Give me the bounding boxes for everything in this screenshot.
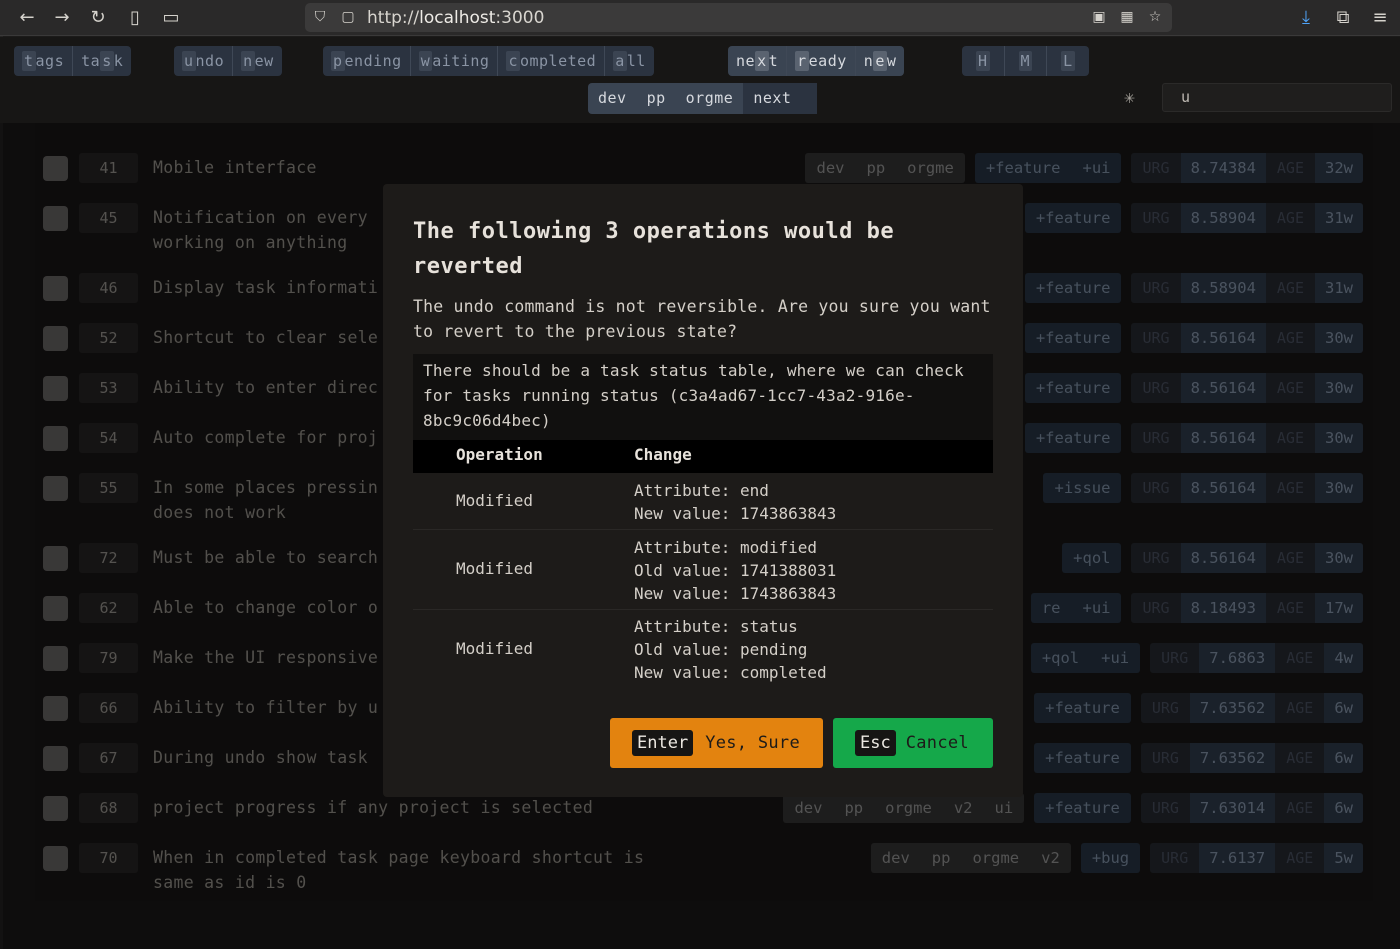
search-input[interactable]: u	[1162, 83, 1392, 112]
toolbar-button-pending[interactable]: p ending	[323, 46, 410, 76]
shortcut-key: t	[22, 51, 36, 71]
shortcut-key: c	[506, 51, 520, 71]
label-suffix: k	[113, 52, 124, 70]
confirm-label: Yes, Sure	[705, 733, 801, 753]
page-info-icon[interactable]: ▢	[339, 8, 357, 26]
label-suffix: ll	[626, 52, 646, 70]
operation-change: Attribute: end New value: 1743863843	[634, 481, 837, 523]
download-icon[interactable]: ⤓	[1294, 6, 1318, 30]
operation-change: Attribute: modified Old value: 174138803…	[634, 538, 837, 603]
shortcut-key: u	[182, 51, 196, 71]
shield-icon[interactable]: ⛉	[311, 8, 329, 26]
label-suffix: w	[886, 52, 897, 70]
label-suffix: t	[768, 52, 779, 70]
toolbar-group-4: ne x t r eady n e w	[728, 46, 905, 76]
shortcut-key: x	[755, 51, 769, 71]
toolbar-button-new[interactable]: new	[854, 46, 905, 76]
confirm-button[interactable]: Enter Yes, Sure	[610, 718, 823, 768]
cancel-button[interactable]: Esc Cancel	[833, 718, 993, 768]
esc-key-hint: Esc	[855, 730, 896, 756]
tab-manager-icon[interactable]: ▭	[159, 6, 183, 30]
toolbar-button-all[interactable]: a ll	[604, 46, 654, 76]
label-suffix: ompleted	[519, 52, 597, 70]
toolbar-button-new[interactable]: new	[232, 46, 282, 76]
label-prefix: ne	[736, 52, 756, 70]
shortcut-key: n	[241, 51, 255, 71]
project-breadcrumb: dev pp orgme next	[588, 83, 818, 114]
shortcut-key: w	[418, 51, 433, 71]
address-bar[interactable]: ⛉ ▢ http://localhost:3000 ▣ ▦ ☆	[305, 3, 1172, 32]
url-port: :3000	[495, 8, 545, 28]
project-pp[interactable]: pp	[637, 83, 676, 114]
shortcut-key: p	[331, 51, 345, 71]
toolbar-group-5: HML	[962, 46, 1089, 76]
task-description: There should be a task status table, whe…	[413, 354, 993, 440]
star-icon[interactable]: ✳	[1124, 87, 1135, 108]
label-prefix: ta	[81, 52, 101, 70]
table-row: Modified Attribute: end New value: 17438…	[413, 473, 993, 530]
toolbar-button-next[interactable]: ne x t	[728, 46, 786, 76]
label-suffix: ending	[344, 52, 402, 70]
extensions-icon[interactable]: ⧉	[1331, 6, 1355, 30]
project-dev[interactable]: dev	[588, 83, 637, 114]
shortcut-key: r	[795, 51, 809, 71]
undo-confirm-dialog: The following 3 operations would be reve…	[383, 184, 1023, 797]
extensions-grid-icon[interactable]: ▦	[1118, 8, 1136, 26]
column-change: Change	[634, 445, 692, 464]
reload-icon[interactable]: ↻	[86, 6, 110, 30]
project-orgme[interactable]: orgme	[676, 83, 744, 114]
shortcut-key: L	[1061, 51, 1075, 71]
dialog-title: The following 3 operations would be reve…	[413, 219, 895, 279]
toolbar-button-m[interactable]: M	[1003, 46, 1047, 76]
shortcut-key: a	[613, 51, 627, 71]
menu-icon[interactable]: ≡	[1368, 6, 1392, 30]
operation-type: Modified	[456, 491, 534, 510]
dialog-message: The undo command is not reversible. Are …	[413, 297, 991, 341]
shortcut-key: e	[873, 51, 887, 71]
toolbar-button-undo[interactable]: u ndo	[174, 46, 232, 76]
table-row: Modified Attribute: status Old value: pe…	[413, 610, 993, 690]
shortcut-key: s	[100, 51, 114, 71]
operation-change: Attribute: status Old value: pending New…	[634, 617, 827, 682]
toolbar-group-1: t ags ta s k	[14, 46, 132, 76]
toolbar-button-ready[interactable]: r eady	[786, 46, 855, 76]
bookmark-star-icon[interactable]: ☆	[1146, 8, 1164, 26]
project-next[interactable]: next	[743, 83, 802, 114]
back-icon[interactable]: ←	[15, 6, 39, 30]
toolbar-button-h[interactable]: H	[962, 46, 1004, 76]
operation-type: Modified	[456, 559, 534, 578]
toolbar-group-2: u ndo n ew	[174, 46, 282, 76]
sidebar-icon[interactable]: ▯	[123, 6, 147, 30]
forward-icon[interactable]: →	[50, 6, 74, 30]
reader-view-icon[interactable]: ▣	[1090, 8, 1108, 26]
table-row: Modified Attribute: modified Old value: …	[413, 530, 993, 610]
url-host: localhost	[419, 8, 496, 28]
operation-type: Modified	[456, 639, 534, 658]
shortcut-key: M	[1018, 51, 1033, 71]
label-suffix: aiting	[432, 52, 490, 70]
column-operation: Operation	[456, 445, 543, 464]
toolbar-button-task[interactable]: ta s k	[72, 46, 131, 76]
shortcut-key: H	[976, 51, 990, 71]
url-text[interactable]: http://localhost:3000	[367, 8, 544, 28]
project-spacer	[801, 83, 818, 114]
label-suffix: eady	[808, 52, 847, 70]
url-prefix: http://	[367, 8, 420, 28]
cancel-label: Cancel	[905, 733, 969, 753]
enter-key-hint: Enter	[632, 730, 694, 756]
label-suffix: ew	[254, 52, 274, 70]
toolbar-button-waiting[interactable]: w aiting	[409, 46, 498, 76]
label-suffix: ndo	[195, 52, 225, 70]
label-prefix: n	[863, 52, 874, 70]
label-suffix: ags	[35, 52, 65, 70]
operations-table: Operation Change Modified Attribute: end…	[413, 440, 993, 690]
operations-table-header: Operation Change	[413, 440, 993, 473]
toolbar-button-tags[interactable]: t ags	[14, 46, 72, 76]
browser-toolbar: ← → ↻ ▯ ▭ ⛉ ▢ http://localhost:3000 ▣ ▦ …	[0, 0, 1400, 36]
toolbar-group-3: p ending w aiting c ompleted a ll	[323, 46, 654, 76]
toolbar-button-completed[interactable]: c ompleted	[497, 46, 604, 76]
toolbar-button-l[interactable]: L	[1046, 46, 1089, 76]
